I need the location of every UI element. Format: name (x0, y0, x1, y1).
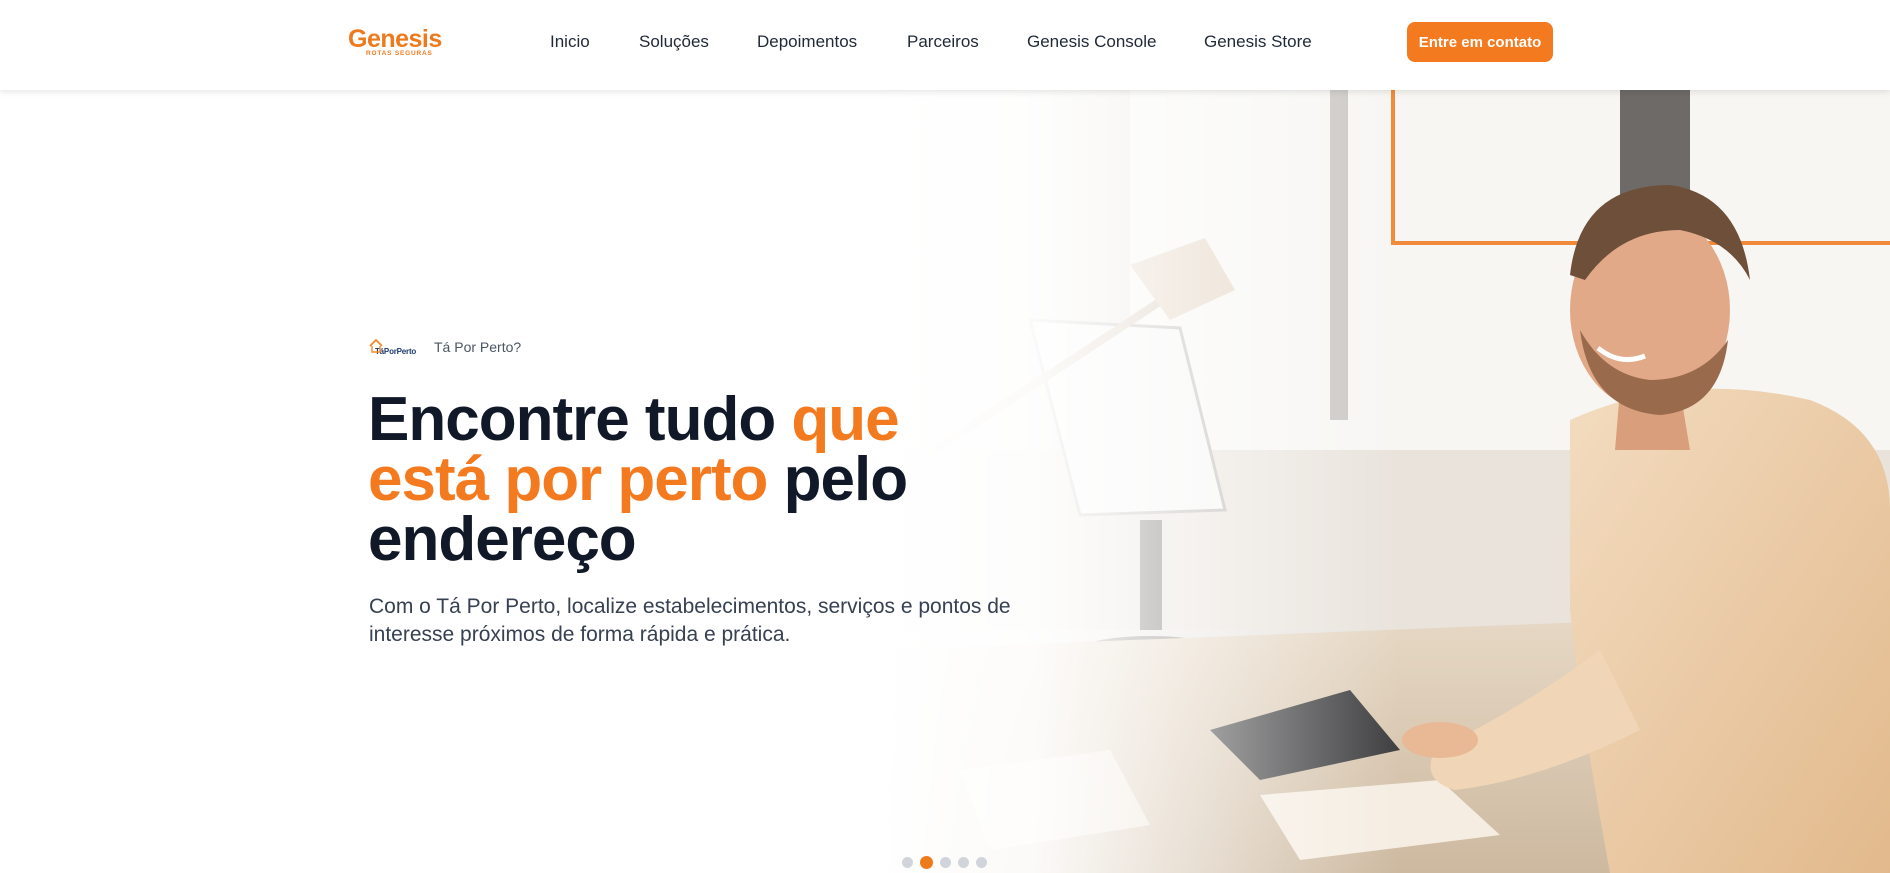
hero-description: Com o Tá Por Perto, localize estabelecim… (369, 595, 1011, 646)
product-label: Tá Por Perto? (434, 339, 522, 355)
nav-item-parceiros[interactable]: Parceiros (907, 32, 979, 52)
nav-item-genesis-console[interactable]: Genesis Console (1027, 32, 1156, 52)
house-icon (369, 339, 383, 353)
carousel-dot[interactable] (958, 857, 969, 868)
nav-item-solucoes[interactable]: Soluções (639, 32, 709, 52)
carousel-dot[interactable] (902, 857, 913, 868)
hero-headline: Encontre tudo que está por perto pelo en… (368, 389, 988, 571)
site-header: Genesis ROTAS SEGURAS Inicio Soluções De… (0, 0, 1890, 90)
logo-wordmark: Genesis (348, 25, 442, 53)
logo-tagline: ROTAS SEGURAS (366, 50, 433, 57)
carousel-dot[interactable] (940, 857, 951, 868)
headline-part-1: Encontre tudo (368, 385, 792, 454)
hero-section: TáPorPerto Tá Por Perto? Encontre tudo q… (0, 90, 1890, 873)
contact-button[interactable]: Entre em contato (1407, 22, 1553, 62)
taporperto-logo: TáPorPerto (369, 337, 419, 357)
nav-item-inicio[interactable]: Inicio (550, 32, 590, 52)
genesis-logo[interactable]: Genesis ROTAS SEGURAS (348, 26, 444, 58)
nav-item-depoimentos[interactable]: Depoimentos (757, 32, 857, 52)
product-brand: TáPorPerto Tá Por Perto? (369, 336, 521, 358)
carousel-dot[interactable] (920, 856, 933, 869)
carousel-dots (902, 856, 987, 869)
carousel-dot[interactable] (976, 857, 987, 868)
nav-item-genesis-store[interactable]: Genesis Store (1204, 32, 1312, 52)
